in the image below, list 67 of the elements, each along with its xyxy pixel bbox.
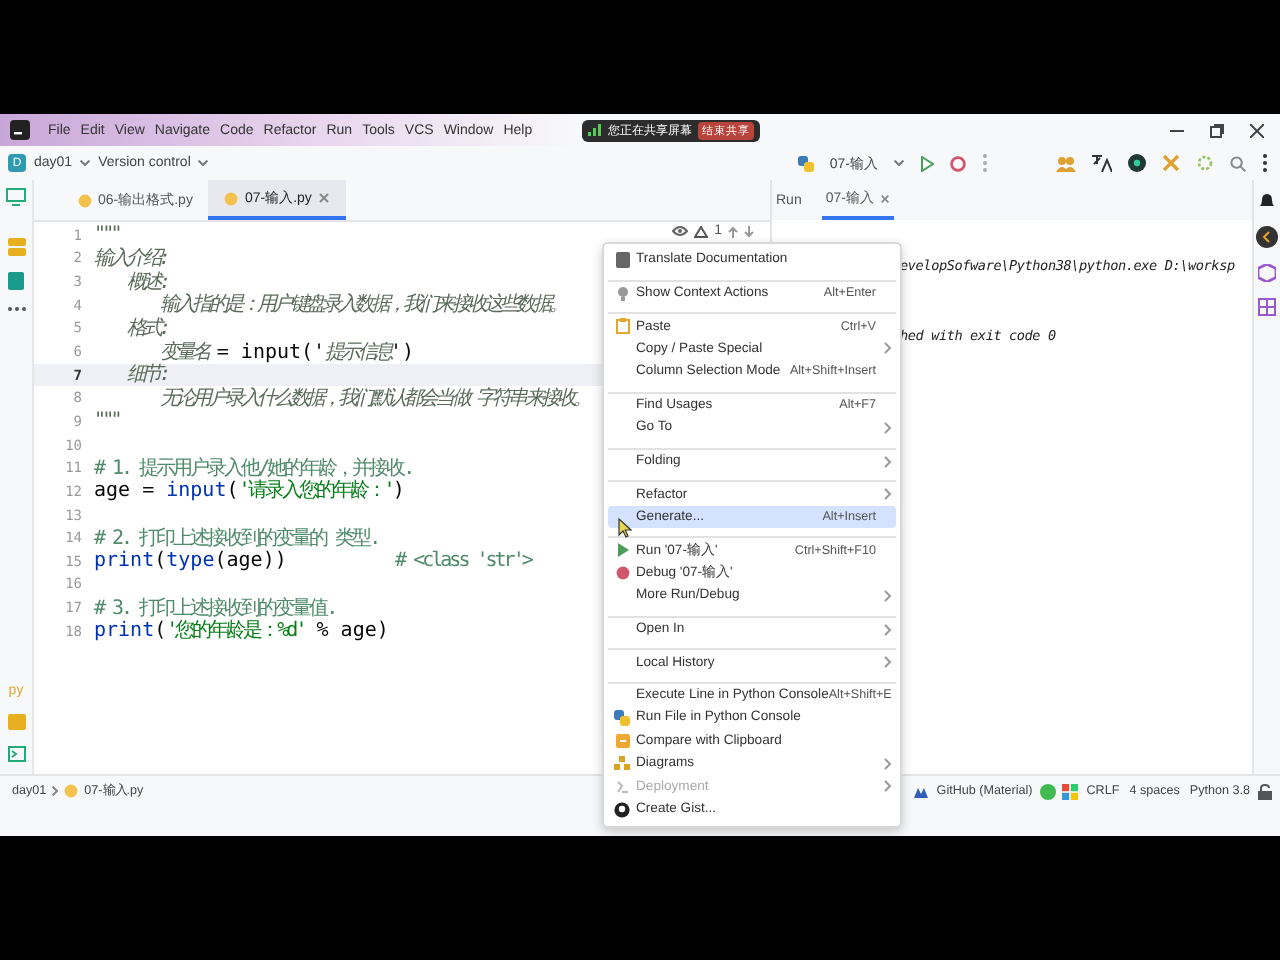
chevron-right-icon: [884, 656, 892, 669]
code-line: print(type(age)) # <class 'str'>: [94, 550, 531, 573]
run-icon[interactable]: [920, 155, 934, 171]
code-line: # 1. 提示用户录入他/她的年龄，并接收.: [94, 457, 413, 480]
terminal-icon[interactable]: [7, 746, 25, 762]
search-icon[interactable]: [1230, 155, 1246, 171]
python-icon: [797, 155, 814, 171]
code-line: # 3. 打印上述接收到的变量值.: [94, 597, 336, 620]
grid-icon[interactable]: [1258, 298, 1276, 316]
code-line: """: [94, 224, 119, 247]
lightbulb-icon: [615, 285, 629, 302]
status-dot-icon[interactable]: [1040, 783, 1057, 799]
arrow-down-icon[interactable]: [744, 225, 754, 237]
code-line: age = input('请录入您的年龄：'): [94, 480, 405, 503]
arrow-up-icon[interactable]: [728, 225, 738, 237]
round-logo-icon: [614, 801, 630, 818]
warning-icon[interactable]: [694, 225, 709, 237]
collapse-icon[interactable]: [1256, 226, 1278, 248]
more-icon[interactable]: [7, 306, 25, 312]
hexagon-icon[interactable]: [1258, 264, 1276, 282]
code-line: 格式:: [124, 317, 168, 340]
code-line: print('您的年龄是：%d' % age): [94, 620, 389, 643]
more-icon[interactable]: [1262, 154, 1268, 172]
debug-icon[interactable]: [950, 155, 966, 171]
python-icon: [614, 709, 630, 726]
python-file-icon: [64, 784, 79, 798]
compare-icon: [615, 733, 629, 748]
clipboard-icon: [615, 318, 629, 335]
people-icon[interactable]: [1056, 155, 1076, 171]
play-icon: [615, 542, 629, 559]
code-line: """: [94, 410, 119, 433]
plugin-icon[interactable]: [1128, 154, 1146, 172]
tiles-icon[interactable]: [1062, 783, 1079, 799]
translate-icon[interactable]: [1092, 154, 1112, 172]
chevron-right-icon: [884, 589, 892, 602]
chevron-right-icon: [884, 623, 892, 636]
circle-icon: [615, 565, 629, 580]
code-line: 细节:: [124, 364, 168, 387]
document-icon: [615, 251, 629, 268]
code-line: 概述:: [124, 271, 168, 294]
close-icon[interactable]: [1250, 123, 1264, 137]
chevron-right-icon: [884, 421, 892, 434]
bell-icon[interactable]: [1258, 192, 1276, 210]
chevron-right-icon: [884, 455, 892, 468]
chevron-right-icon: [884, 488, 892, 501]
code-line: 变量名 = input('提示信息'): [159, 341, 415, 364]
chevron-right-icon: [52, 786, 59, 796]
python-file-icon: [224, 191, 239, 205]
code-line: 输入指的是：用户键盘录入数据，我们来接收这些数据。: [157, 294, 565, 317]
code-line: 无论用户录入什么数据，我们默认都会当做 字符串来接收。: [157, 387, 590, 410]
theme-icon: [914, 785, 929, 797]
monitor-icon[interactable]: [6, 188, 26, 206]
app-logo-icon[interactable]: [10, 120, 30, 140]
mouse-pointer-icon: [618, 518, 632, 538]
chevron-down-icon[interactable]: [894, 160, 904, 166]
code-line: 输入介绍:: [94, 247, 168, 270]
chevron-down-icon[interactable]: [198, 160, 209, 166]
python-file-icon: [78, 193, 92, 207]
deploy-icon: [615, 779, 629, 794]
restore-icon[interactable]: [1210, 123, 1224, 137]
lock-icon[interactable]: [1258, 783, 1272, 799]
diagram-icon: [614, 756, 630, 771]
eye-icon[interactable]: [672, 226, 689, 236]
code-line: # 2. 打印上述接收到的变量的 类型.: [94, 527, 379, 550]
signal-icon: [588, 124, 603, 136]
chevron-down-icon[interactable]: [80, 160, 91, 166]
chevron-right-icon: [884, 342, 892, 355]
